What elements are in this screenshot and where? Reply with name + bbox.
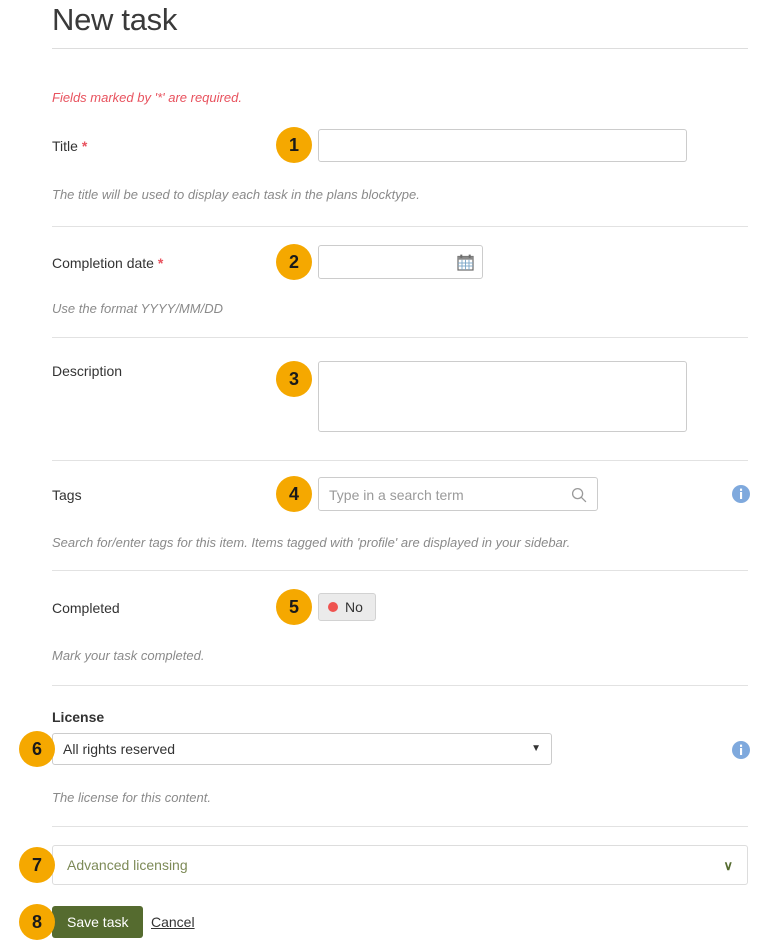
license-select[interactable]: All rights reserved ▼ bbox=[52, 733, 552, 765]
search-icon[interactable] bbox=[571, 487, 587, 503]
completed-toggle-label: No bbox=[345, 599, 363, 615]
completed-label: Completed bbox=[52, 600, 120, 616]
license-info-icon[interactable] bbox=[731, 740, 751, 760]
title-required-marker: * bbox=[81, 138, 88, 154]
chevron-down-icon: ▼ bbox=[531, 743, 541, 754]
title-label: Title * bbox=[52, 137, 87, 155]
title-help-text: The title will be used to display each t… bbox=[52, 187, 420, 202]
description-label: Description bbox=[52, 363, 123, 379]
page-title: New task bbox=[52, 2, 178, 37]
title-label-text: Title bbox=[52, 138, 78, 154]
completed-help-text: Mark your task completed. bbox=[52, 648, 205, 663]
step-badge-5: 5 bbox=[276, 589, 312, 625]
tags-search-placeholder: Type in a search term bbox=[329, 487, 464, 503]
divider-after-title bbox=[52, 226, 748, 227]
completion-date-field-wrap[interactable] bbox=[318, 245, 483, 279]
completed-toggle-button[interactable]: No bbox=[318, 593, 376, 621]
title-divider bbox=[52, 48, 748, 49]
tags-label: Tags bbox=[52, 487, 82, 503]
divider-after-completion-date bbox=[52, 337, 748, 338]
tags-info-icon[interactable] bbox=[731, 484, 751, 504]
calendar-icon[interactable] bbox=[457, 254, 474, 271]
divider-after-tags bbox=[52, 570, 748, 571]
divider-after-completed bbox=[52, 685, 748, 686]
tags-help-text: Search for/enter tags for this item. Ite… bbox=[52, 535, 571, 550]
advanced-licensing-title: Advanced licensing bbox=[67, 857, 188, 873]
step-badge-3: 3 bbox=[276, 361, 312, 397]
license-selected-value: All rights reserved bbox=[63, 741, 176, 757]
title-input[interactable] bbox=[318, 129, 687, 162]
divider-after-license bbox=[52, 826, 748, 827]
completion-date-required-marker: * bbox=[157, 255, 164, 271]
description-textarea[interactable] bbox=[318, 361, 687, 432]
divider-after-description bbox=[52, 460, 748, 461]
step-badge-7: 7 bbox=[19, 847, 55, 883]
advanced-licensing-panel[interactable]: Advanced licensing ∨ bbox=[52, 845, 748, 885]
step-badge-8: 8 bbox=[19, 904, 55, 940]
license-label: License bbox=[52, 709, 105, 725]
completion-date-label-text: Completion date bbox=[52, 255, 154, 271]
required-fields-notice: Fields marked by '*' are required. bbox=[52, 90, 242, 105]
tags-search-wrap[interactable]: Type in a search term bbox=[318, 477, 598, 511]
step-badge-4: 4 bbox=[276, 476, 312, 512]
save-task-button[interactable]: Save task bbox=[52, 906, 144, 938]
completion-date-help-text: Use the format YYYY/MM/DD bbox=[52, 301, 223, 316]
step-badge-6: 6 bbox=[19, 731, 55, 767]
new-task-form-page: New task Fields marked by '*' are requir… bbox=[0, 0, 760, 946]
completion-date-label: Completion date * bbox=[52, 254, 163, 272]
step-badge-1: 1 bbox=[276, 127, 312, 163]
license-help-text: The license for this content. bbox=[52, 790, 211, 805]
status-dot-icon bbox=[328, 602, 338, 612]
completion-date-input[interactable] bbox=[319, 246, 451, 278]
cancel-link[interactable]: Cancel bbox=[151, 913, 195, 931]
step-badge-2: 2 bbox=[276, 244, 312, 280]
chevron-down-icon: ∨ bbox=[723, 857, 733, 873]
